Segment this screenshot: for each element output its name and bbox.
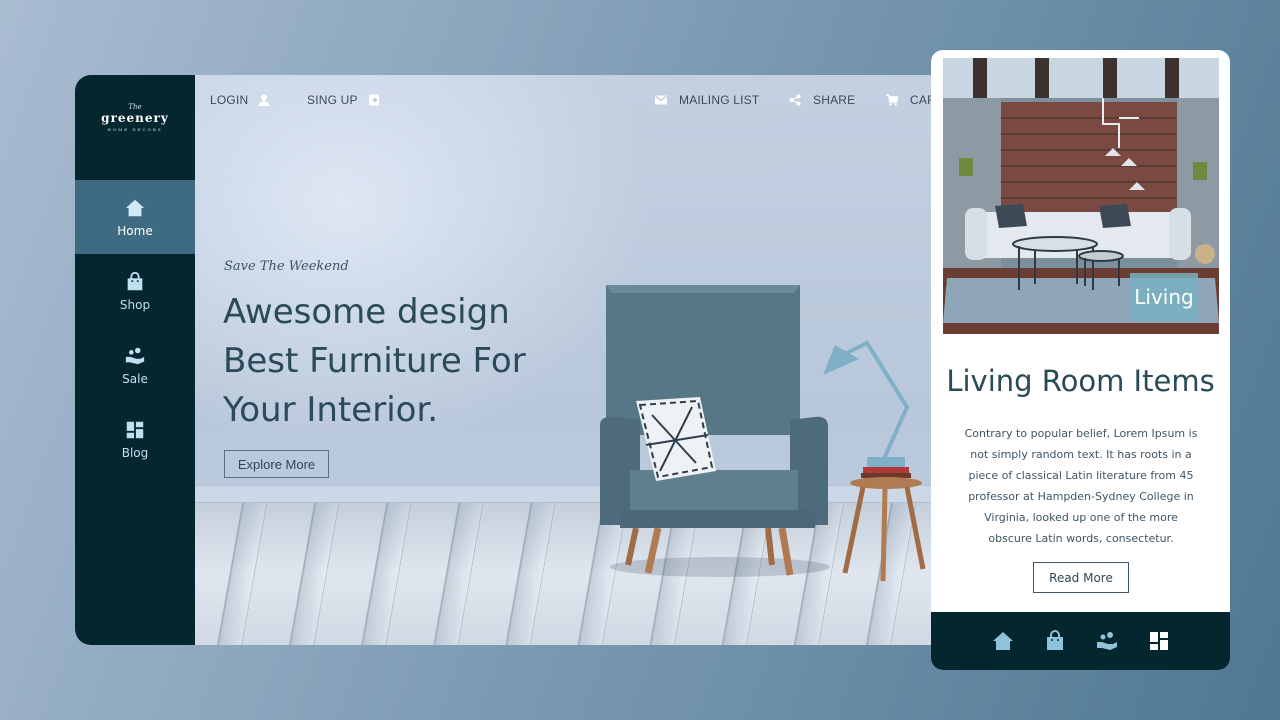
hand-coins-icon bbox=[125, 347, 145, 364]
mail-icon bbox=[655, 95, 667, 105]
mailing-list-label: MAILING LIST bbox=[679, 93, 760, 107]
mobile-bottom-nav bbox=[931, 612, 1230, 670]
sidebar-item-home[interactable]: Home bbox=[75, 180, 195, 254]
shopping-bag-icon bbox=[127, 271, 143, 290]
armchair-image bbox=[600, 285, 830, 577]
lamp-table-image bbox=[823, 340, 926, 582]
desktop-preview: The greenery HOME DECORS Home Shop Sale … bbox=[75, 75, 970, 645]
sidebar-item-sale[interactable]: Sale bbox=[75, 328, 195, 402]
login-label: LOGIN bbox=[210, 93, 249, 107]
living-room-image[interactable]: Living bbox=[943, 58, 1219, 334]
share-label: SHARE bbox=[813, 93, 856, 107]
mailing-list-link[interactable]: MAILING LIST bbox=[655, 93, 759, 107]
share-link[interactable]: SHARE bbox=[789, 93, 855, 107]
dashboard-icon bbox=[126, 421, 144, 438]
headline-line: Your Interior. bbox=[223, 390, 439, 430]
hero-headline: Awesome design Best Furniture For Your I… bbox=[223, 288, 603, 435]
sidebar-item-label: Home bbox=[117, 223, 153, 238]
sign-in-icon bbox=[368, 94, 379, 106]
sidebar-item-shop[interactable]: Shop bbox=[75, 254, 195, 328]
card-description: Contrary to popular belief, Lorem Ipsum … bbox=[964, 427, 1198, 545]
hero-tagline: Save The Weekend bbox=[224, 259, 349, 274]
dashboard-icon[interactable] bbox=[1147, 629, 1171, 653]
sidebar-item-blog[interactable]: Blog bbox=[75, 402, 195, 476]
shopping-bag-icon[interactable] bbox=[1043, 629, 1067, 653]
explore-more-button[interactable]: Explore More bbox=[224, 450, 329, 478]
signup-label: SING UP bbox=[307, 93, 358, 107]
sidebar-item-label: Sale bbox=[122, 371, 148, 386]
share-icon bbox=[789, 94, 801, 106]
cart-icon bbox=[886, 94, 898, 106]
logo-name: greenery bbox=[101, 111, 169, 125]
card-title: Living Room Items bbox=[946, 364, 1215, 398]
sidebar: The greenery HOME DECORS Home Shop Sale … bbox=[75, 75, 195, 645]
home-icon[interactable] bbox=[991, 629, 1015, 653]
category-badge: Living bbox=[1130, 273, 1198, 321]
home-icon bbox=[125, 199, 145, 216]
signup-link[interactable]: SING UP bbox=[307, 93, 380, 107]
logo-tagline: HOME DECORS bbox=[107, 127, 163, 132]
login-link[interactable]: LOGIN bbox=[210, 93, 270, 107]
read-more-button[interactable]: Read More bbox=[1033, 562, 1129, 593]
hand-coins-icon[interactable] bbox=[1095, 629, 1119, 653]
sidebar-item-label: Shop bbox=[119, 297, 151, 312]
headline-line: Awesome design bbox=[223, 292, 510, 332]
user-icon bbox=[258, 94, 270, 106]
headline-line: Best Furniture For bbox=[223, 341, 526, 381]
hero-section: LOGIN SING UP MAILING LIST SHARE CART Sa… bbox=[195, 75, 970, 645]
logo-small-text: The bbox=[128, 103, 142, 111]
sidebar-item-label: Blog bbox=[121, 445, 149, 460]
mobile-preview-card: Living Living Room Items Contrary to pop… bbox=[931, 50, 1230, 670]
brand-logo[interactable]: The greenery HOME DECORS bbox=[75, 103, 195, 132]
